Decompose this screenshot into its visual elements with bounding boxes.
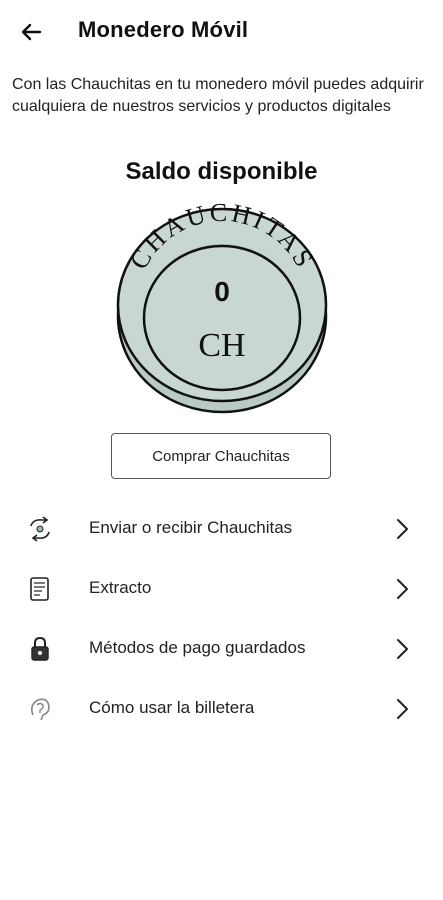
buy-chauchitas-button[interactable]: Comprar Chauchitas (111, 433, 331, 479)
arrow-left-icon[interactable] (18, 18, 46, 46)
chevron-right-icon (392, 697, 412, 721)
balance-title: Saldo disponible (125, 158, 318, 185)
chevron-right-icon (392, 577, 412, 601)
coin-monogram: CH (198, 327, 245, 364)
intro-text: Con las Chauchitas en tu monedero móvil … (12, 76, 424, 115)
help-icon (26, 695, 54, 723)
menu-item-label: Extracto (89, 578, 152, 597)
balance-value: 0 (214, 276, 230, 307)
chevron-right-icon (392, 637, 412, 661)
menu-item-label: Cómo usar la billetera (89, 698, 255, 717)
lock-icon (26, 635, 54, 663)
chevron-right-icon (392, 517, 412, 541)
menu-item-send-receive[interactable]: Enviar o recibir Chauchitas (0, 499, 443, 559)
page-title: Monedero Móvil (78, 17, 249, 42)
menu-item-statement[interactable]: Extracto (0, 559, 443, 619)
menu-item-payment-methods[interactable]: Métodos de pago guardados (0, 619, 443, 679)
app-bar: Monedero Móvil (0, 0, 443, 64)
menu-item-how-to-use[interactable]: Cómo usar la billetera (0, 679, 443, 739)
menu-item-label: Métodos de pago guardados (89, 638, 306, 657)
document-icon (26, 575, 54, 603)
coin-graphic: CHAUCHITAS CH (111, 198, 333, 420)
menu-item-label: Enviar o recibir Chauchitas (89, 518, 293, 537)
transfer-icon (26, 515, 54, 543)
wallet-menu: Enviar o recibir Chauchitas Extracto Mét… (0, 499, 443, 739)
